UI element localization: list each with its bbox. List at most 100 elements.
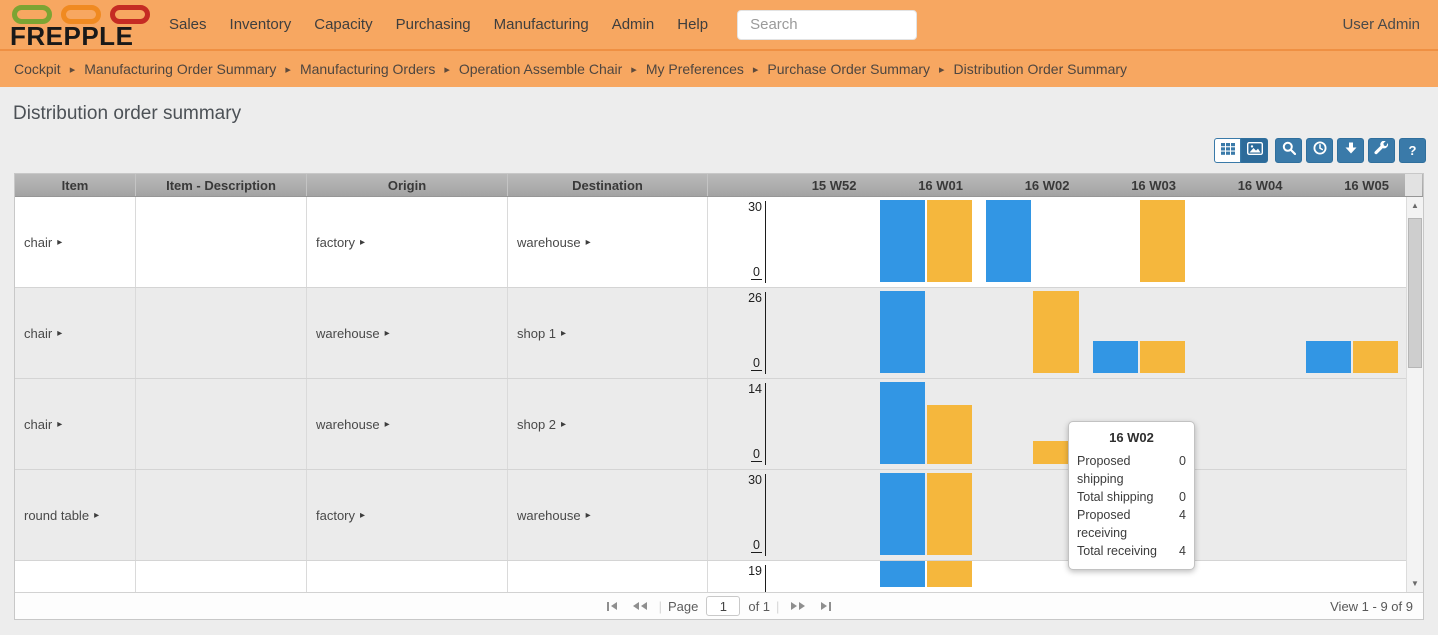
- distribution-order-grid: ItemItem - DescriptionOriginDestination 1…: [14, 173, 1424, 620]
- nav-item-sales[interactable]: Sales: [167, 12, 209, 37]
- breadcrumb-item[interactable]: My Preferences: [646, 61, 744, 77]
- shipping-bar[interactable]: [1093, 341, 1138, 373]
- y-axis-max-label: 19: [748, 564, 762, 578]
- nav-item-manufacturing[interactable]: Manufacturing: [492, 12, 591, 37]
- shipping-bar[interactable]: [880, 561, 925, 587]
- pager-separator: |: [659, 599, 662, 614]
- receiving-bar[interactable]: [1033, 291, 1078, 373]
- destination-text: shop 2: [517, 417, 556, 432]
- receiving-bar[interactable]: [1353, 341, 1398, 373]
- receiving-bar[interactable]: [927, 561, 972, 587]
- graph-view-button[interactable]: [1241, 138, 1268, 163]
- destination-link[interactable]: shop 2▸: [517, 417, 566, 432]
- item-text: round table: [24, 508, 89, 523]
- shipping-slot: [1299, 473, 1352, 555]
- destination-cell: warehouse▸: [508, 197, 708, 287]
- item-link[interactable]: round table▸: [24, 508, 99, 523]
- receiving-slot: [819, 382, 872, 464]
- y-axis-min-label: 0: [751, 447, 762, 462]
- column-header-origin[interactable]: Origin: [307, 174, 508, 196]
- origin-link[interactable]: factory▸: [316, 508, 365, 523]
- frepple-logo[interactable]: FREPPLE: [10, 2, 150, 48]
- origin-link[interactable]: warehouse▸: [316, 326, 390, 341]
- week-cell: [979, 197, 1086, 287]
- drill-arrow-icon: ▸: [385, 419, 390, 430]
- help-button[interactable]: ?: [1399, 138, 1426, 163]
- question-mark-icon: ?: [1409, 143, 1417, 158]
- receiving-slot: [926, 473, 979, 555]
- shipping-bar[interactable]: [880, 473, 925, 555]
- origin-link[interactable]: warehouse▸: [316, 417, 390, 432]
- shipping-slot: [873, 382, 926, 464]
- origin-cell: factory▸: [307, 470, 508, 560]
- shipping-bar[interactable]: [1306, 341, 1351, 373]
- page-number-input[interactable]: [706, 596, 740, 616]
- nav-item-help[interactable]: Help: [675, 12, 710, 37]
- search-button[interactable]: [1275, 138, 1302, 163]
- week-cell: [766, 561, 873, 592]
- top-navbar: FREPPLE Sales Inventory Capacity Purchasing…: [0, 0, 1438, 49]
- y-axis-max-label: 30: [748, 200, 762, 214]
- receiving-bar[interactable]: [927, 405, 972, 464]
- destination-link[interactable]: warehouse▸: [517, 235, 591, 250]
- drill-arrow-icon: ▸: [57, 237, 62, 248]
- breadcrumb-item[interactable]: Operation Assemble Chair: [459, 61, 622, 77]
- shipping-slot: [873, 561, 926, 587]
- breadcrumb-item[interactable]: Distribution Order Summary: [954, 61, 1128, 77]
- breadcrumb-item[interactable]: Cockpit: [14, 61, 61, 77]
- column-header-item[interactable]: Item: [15, 174, 136, 196]
- receiving-bar[interactable]: [1140, 341, 1185, 373]
- nav-item-admin[interactable]: Admin: [610, 12, 657, 37]
- vertical-scrollbar[interactable]: ▲ ▼: [1406, 197, 1423, 592]
- scrollbar-thumb[interactable]: [1408, 218, 1422, 368]
- y-axis-line: [765, 292, 766, 374]
- destination-link[interactable]: warehouse▸: [517, 508, 591, 523]
- time-buckets-button[interactable]: [1306, 138, 1333, 163]
- nav-item-purchasing[interactable]: Purchasing: [394, 12, 473, 37]
- column-header-item-description[interactable]: Item - Description: [136, 174, 307, 196]
- scroll-down-icon[interactable]: ▼: [1407, 575, 1423, 592]
- download-button[interactable]: [1337, 138, 1364, 163]
- breadcrumb-item[interactable]: Purchase Order Summary: [767, 61, 930, 77]
- customize-button[interactable]: [1368, 138, 1395, 163]
- origin-cell: warehouse▸: [307, 379, 508, 469]
- search-input[interactable]: [737, 10, 917, 40]
- shipping-slot: [1192, 200, 1245, 282]
- column-header-destination[interactable]: Destination: [508, 174, 708, 196]
- nav-item-capacity[interactable]: Capacity: [312, 12, 374, 37]
- last-page-button[interactable]: [821, 602, 831, 611]
- destination-text: shop 1: [517, 326, 556, 341]
- shipping-slot: [1192, 473, 1245, 555]
- shipping-bar[interactable]: [880, 200, 925, 282]
- shipping-bar[interactable]: [986, 200, 1031, 282]
- next-page-button[interactable]: [791, 602, 805, 610]
- breadcrumb-item[interactable]: Manufacturing Orders: [300, 61, 435, 77]
- receiving-slot: [819, 473, 872, 555]
- user-menu[interactable]: User Admin: [1342, 16, 1420, 33]
- prev-page-button[interactable]: [633, 602, 647, 610]
- breadcrumb-item[interactable]: Manufacturing Order Summary: [84, 61, 276, 77]
- download-arrow-icon: [1344, 141, 1358, 160]
- nav-item-inventory[interactable]: Inventory: [228, 12, 294, 37]
- description-cell: [136, 288, 307, 378]
- shipping-bar[interactable]: [880, 382, 925, 464]
- receiving-bar[interactable]: [1140, 200, 1185, 282]
- table-view-button[interactable]: [1214, 138, 1241, 163]
- row-bar-chart: [766, 197, 1405, 287]
- item-link[interactable]: chair▸: [24, 417, 62, 432]
- receiving-bar[interactable]: [927, 473, 972, 555]
- destination-link[interactable]: shop 1▸: [517, 326, 566, 341]
- item-link[interactable]: chair▸: [24, 326, 62, 341]
- week-cell: [1192, 379, 1299, 469]
- origin-text: factory: [316, 508, 355, 523]
- item-link[interactable]: chair▸: [24, 235, 62, 250]
- shipping-slot: [766, 291, 819, 373]
- receiving-slot: [1352, 473, 1405, 555]
- shipping-slot: [873, 473, 926, 555]
- week-cell: [1192, 561, 1299, 592]
- scroll-up-icon[interactable]: ▲: [1407, 197, 1423, 214]
- first-page-button[interactable]: [607, 602, 617, 611]
- shipping-bar[interactable]: [880, 291, 925, 373]
- origin-link[interactable]: factory▸: [316, 235, 365, 250]
- receiving-bar[interactable]: [927, 200, 972, 282]
